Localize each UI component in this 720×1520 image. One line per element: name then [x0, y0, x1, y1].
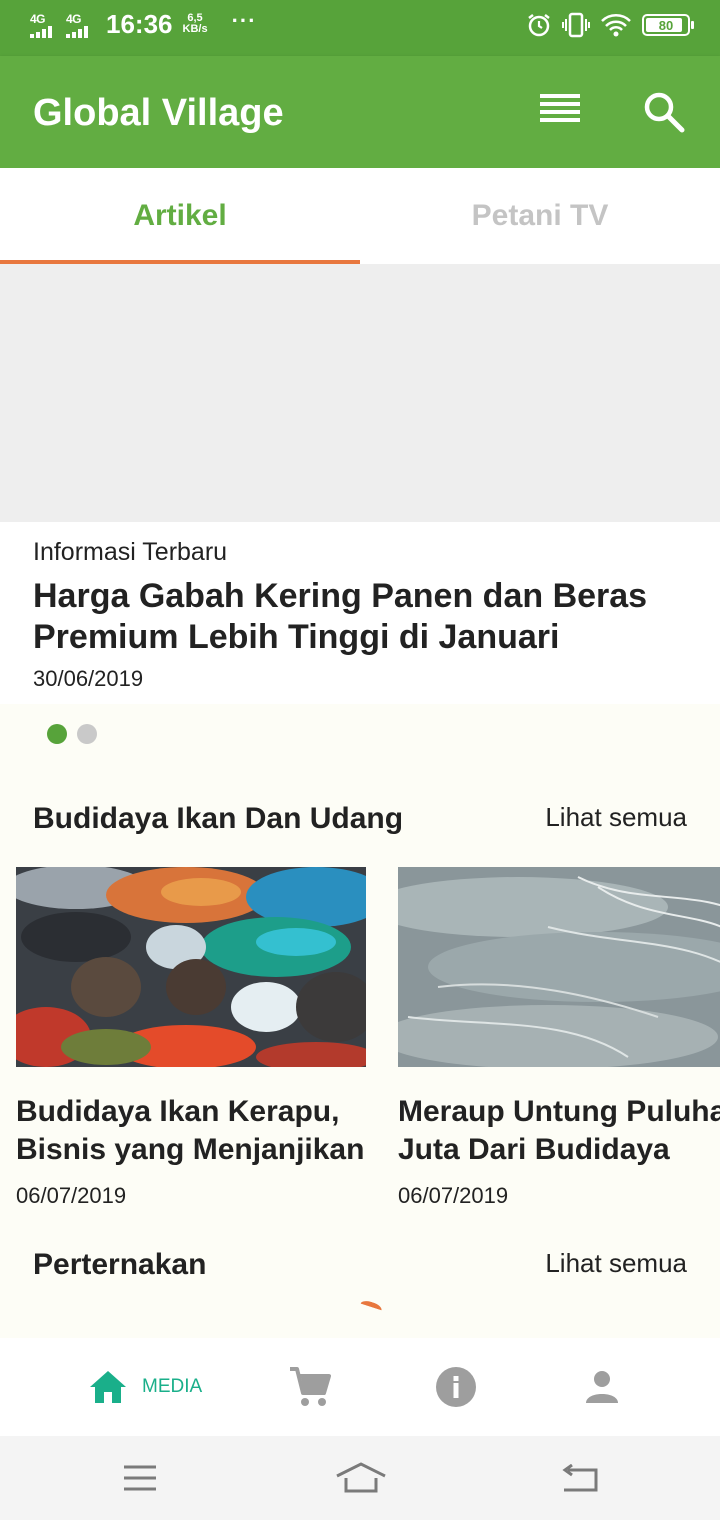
- article-title-line: Budidaya Ikan Kerapu,: [16, 1095, 340, 1128]
- nav-info[interactable]: [436, 1338, 476, 1436]
- network-type-label: 4G: [66, 12, 82, 26]
- article-title: Budidaya Ikan Kerapu, Bisnis yang Menjan…: [16, 1093, 396, 1169]
- carousel-dot-active[interactable]: [47, 724, 67, 744]
- featured-date: 30/06/2019: [33, 666, 144, 691]
- wifi-icon: [601, 14, 631, 37]
- article-card[interactable]: Budidaya Ikan Kerapu, Bisnis yang Menjan…: [16, 867, 366, 1208]
- carousel-dot[interactable]: [77, 724, 97, 744]
- article-title-line: Meraup Untung Puluhan: [398, 1095, 720, 1128]
- nav-media-label: MEDIA: [142, 1376, 203, 1397]
- tab-petani-tv[interactable]: Petani TV: [360, 168, 720, 264]
- section-title: Perternakan: [33, 1248, 207, 1281]
- loading-spinner-icon: [358, 1298, 384, 1316]
- signal-icon: 4G: [30, 8, 60, 40]
- list-icon[interactable]: [540, 94, 580, 128]
- network-speed: 6,5 KB/s: [183, 13, 208, 35]
- nav-profile[interactable]: [584, 1338, 620, 1436]
- featured-article[interactable]: Informasi Terbaru Harga Gabah Kering Pan…: [0, 522, 720, 704]
- network-speed-unit: KB/s: [182, 23, 208, 35]
- alarm-icon: [528, 14, 550, 37]
- article-title: Meraup Untung Puluhan Juta Dari Budidaya: [398, 1093, 720, 1169]
- battery-icon: 80: [642, 14, 694, 36]
- featured-category: Informasi Terbaru: [33, 538, 228, 566]
- status-bar: 4G 4G 16:36 6,5 KB/s ··· 80: [0, 0, 720, 56]
- network-type-label: 4G: [30, 12, 46, 26]
- article-title-line: Juta Dari Budidaya: [398, 1133, 670, 1166]
- tab-artikel[interactable]: Artikel: [0, 168, 360, 264]
- app-bar: Global Village: [0, 56, 720, 168]
- article-date: 06/07/2019: [16, 1183, 127, 1208]
- tab-bar: Artikel Petani TV: [0, 168, 720, 264]
- fish-photo: [16, 867, 366, 1067]
- app-title: Global Village: [33, 92, 284, 134]
- article-card[interactable]: Meraup Untung Puluhan Juta Dari Budidaya…: [398, 867, 720, 1208]
- featured-image-placeholder[interactable]: [0, 264, 720, 522]
- nav-cart[interactable]: [288, 1338, 332, 1436]
- vibrate-icon: [562, 12, 590, 38]
- cart-icon: [290, 1367, 331, 1406]
- see-all-link[interactable]: Lihat semua: [545, 1248, 687, 1279]
- clock: 16:36: [106, 8, 173, 39]
- info-icon: [436, 1367, 476, 1407]
- system-navigation-bar: [0, 1436, 720, 1520]
- battery-level: 80: [658, 17, 674, 33]
- section-title: Budidaya Ikan Dan Udang: [33, 802, 404, 835]
- person-icon: [586, 1371, 618, 1403]
- shrimp-photo: [398, 867, 720, 1067]
- article-date: 06/07/2019: [398, 1183, 509, 1208]
- signal-icon: 4G: [66, 8, 96, 40]
- back-icon[interactable]: [560, 1464, 600, 1494]
- bottom-navigation: MEDIA: [0, 1338, 720, 1436]
- menu-icon[interactable]: [122, 1464, 158, 1492]
- more-notifications-icon: ···: [231, 8, 257, 33]
- see-all-link[interactable]: Lihat semua: [545, 802, 687, 833]
- featured-title: Harga Gabah Kering Panen dan Beras Premi…: [33, 577, 648, 656]
- nav-media[interactable]: MEDIA: [88, 1338, 202, 1436]
- home-button-icon[interactable]: [334, 1462, 388, 1494]
- article-title-line: Bisnis yang Menjanjikan: [16, 1133, 365, 1166]
- search-icon[interactable]: [642, 90, 686, 134]
- home-icon: [90, 1371, 126, 1403]
